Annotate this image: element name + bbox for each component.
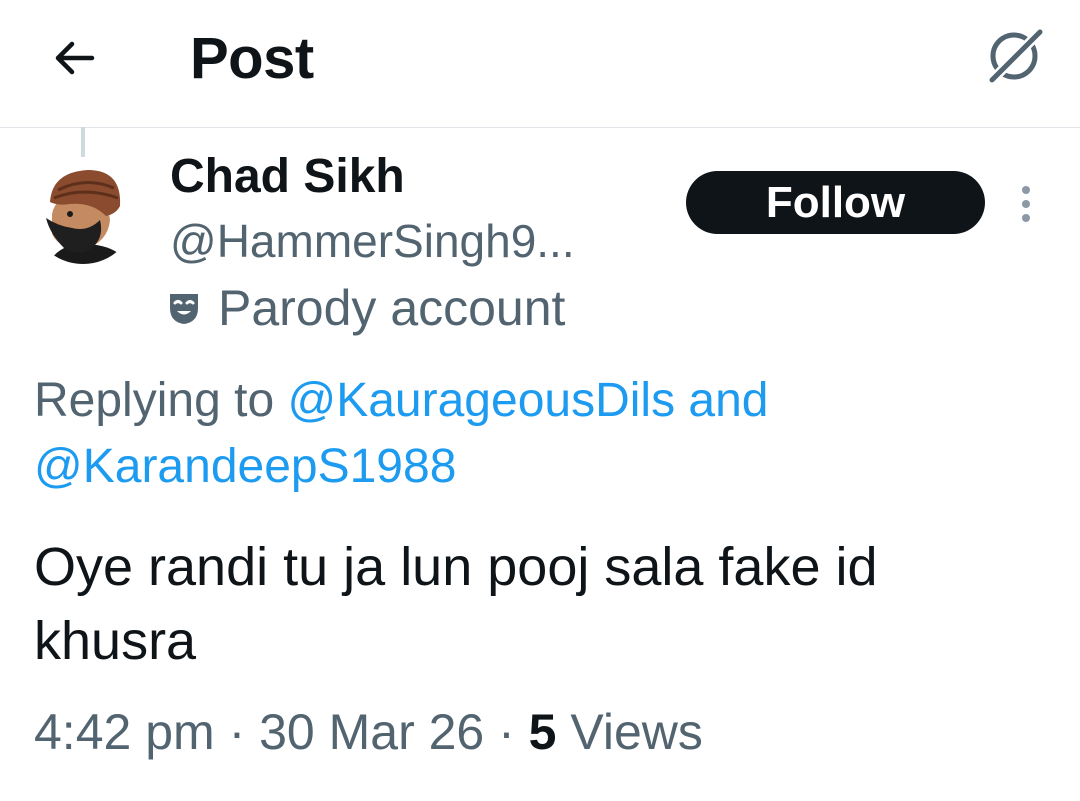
meta-separator: · (214, 704, 260, 760)
top-bar: Post (0, 0, 1080, 128)
author-handle[interactable]: @HammerSingh9... (170, 211, 575, 271)
reply-conjunction: and (675, 374, 769, 427)
post-meta: 4:42 pm · 30 Mar 26 · 5 Views (34, 700, 703, 764)
back-arrow-icon (55, 41, 95, 75)
more-dot-icon (1022, 186, 1030, 194)
post-time[interactable]: 4:42 pm (34, 704, 215, 760)
follow-button[interactable]: Follow (686, 171, 985, 234)
back-button[interactable] (46, 30, 102, 86)
parody-label-text: Parody account (218, 280, 566, 336)
meta-separator: · (484, 704, 529, 760)
thread-connector-line (81, 127, 85, 157)
more-dot-icon (1022, 214, 1030, 222)
avatar[interactable] (30, 158, 136, 264)
post-date[interactable]: 30 Mar 26 (259, 704, 484, 760)
views-label[interactable]: Views (570, 704, 702, 760)
more-dot-icon (1022, 200, 1030, 208)
post-text: Oye randi tu ja lun pooj sala fake id kh… (34, 537, 878, 671)
mention-link[interactable]: @KarandeepS1988 (34, 440, 456, 493)
views-count[interactable]: 5 (529, 704, 557, 760)
replying-to: Replying to @KaurageousDils and @Karandee… (34, 368, 1044, 500)
page-title: Post (190, 26, 314, 91)
replying-to-prefix: Replying to (34, 374, 288, 427)
more-options-button[interactable] (1010, 180, 1042, 228)
grok-button[interactable] (982, 24, 1046, 88)
author-name[interactable]: Chad Sikh (170, 146, 405, 208)
mention-link[interactable]: @KaurageousDils (287, 374, 675, 427)
parody-label: Parody account (162, 278, 565, 338)
grok-icon (987, 27, 1045, 85)
theater-mask-icon (170, 294, 198, 324)
